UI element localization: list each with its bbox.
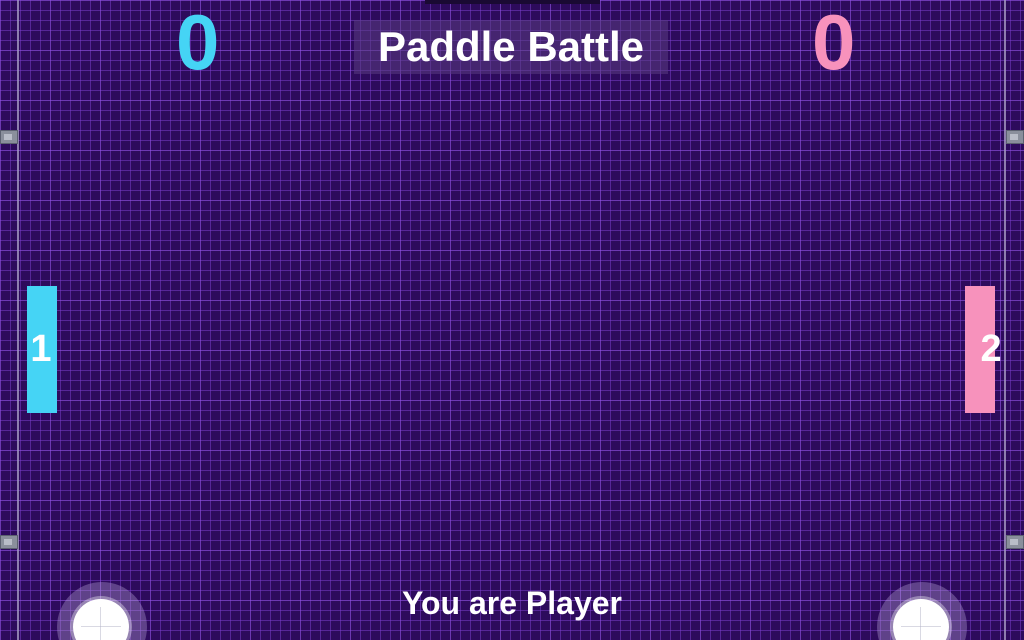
- game-title: Paddle Battle: [377, 23, 645, 70]
- right-joystick-icon[interactable]: [877, 582, 967, 640]
- left-joystick-icon[interactable]: [57, 582, 147, 640]
- left-joystick-knob[interactable]: [73, 599, 129, 640]
- right-joystick-knob[interactable]: [893, 599, 949, 640]
- player1-score: 0: [176, 0, 220, 86]
- top-tab: [425, 0, 600, 4]
- left-top-bracket: [0, 130, 18, 144]
- player-status: You are Player: [402, 585, 622, 621]
- game-field: 0 0 Paddle Battle 1 2 You are Player: [0, 0, 1024, 640]
- player2-paddle[interactable]: 2: [965, 286, 1002, 413]
- player2-paddle-label: 2: [980, 328, 1002, 370]
- right-top-bracket: [1006, 130, 1024, 144]
- player2-score: 0: [812, 0, 856, 86]
- player1-paddle-label: 1: [30, 328, 52, 370]
- right-bottom-bracket: [1006, 535, 1024, 549]
- player1-paddle[interactable]: 1: [27, 286, 57, 413]
- left-bottom-bracket: [0, 535, 18, 549]
